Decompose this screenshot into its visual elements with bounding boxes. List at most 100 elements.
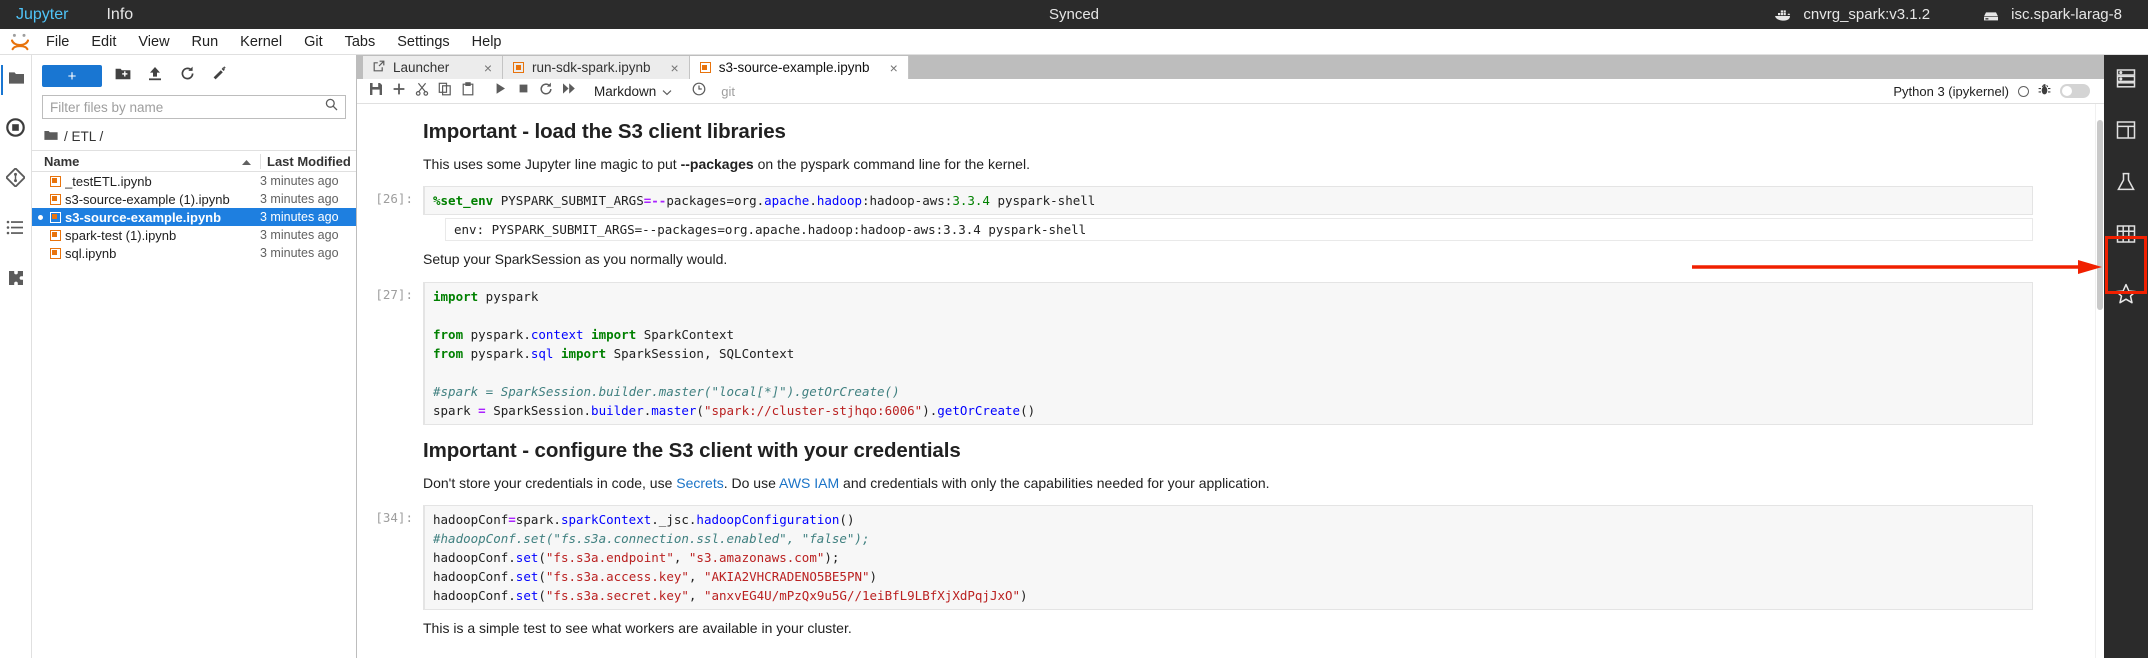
menu-tabs[interactable]: Tabs	[334, 29, 387, 55]
markdown-cell[interactable]: This is a simple test to see what worker…	[357, 616, 2095, 648]
notes-panel-icon	[2115, 119, 2137, 146]
column-header-modified[interactable]: Last Modified	[260, 153, 356, 169]
code-editor[interactable]: %set_env PYSPARK_SUBMIT_ARGS=--packages=…	[423, 186, 2033, 216]
cell-prompt: [26]:	[375, 191, 413, 207]
save-button[interactable]	[365, 80, 387, 102]
notebook-toolbar: Markdown git Python 3 (ipykernel)	[357, 79, 2104, 104]
cell-prompt	[357, 114, 423, 184]
cell-type-select[interactable]: Markdown	[587, 81, 679, 101]
file-list: _testETL.ipynb 3 minutes ago s3-source-e…	[32, 172, 356, 658]
tab-label: Launcher	[393, 60, 450, 75]
insert-cell-button[interactable]	[388, 80, 410, 102]
menu-settings[interactable]: Settings	[386, 29, 460, 55]
new-checkpoint-button[interactable]	[208, 65, 230, 87]
file-browser-toolbar: +	[32, 55, 356, 95]
git-status-label[interactable]: git	[721, 84, 735, 99]
secrets-link[interactable]: Secrets	[676, 475, 723, 491]
cut-button[interactable]	[411, 80, 433, 102]
topbar-info-link[interactable]: Info	[106, 0, 133, 29]
upload-button[interactable]	[144, 65, 166, 87]
sidebar-item-file-browser[interactable]	[0, 65, 31, 95]
menu-run[interactable]: Run	[181, 29, 230, 55]
restart-run-all-button[interactable]	[558, 80, 580, 102]
list-item[interactable]: spark-test (1).ipynb 3 minutes ago	[32, 226, 356, 244]
tab-run-sdk-spark[interactable]: run-sdk-spark.ipynb ×	[503, 56, 690, 79]
column-header-name[interactable]: Name	[32, 154, 260, 169]
sidebar-item-toc[interactable]	[1, 215, 31, 245]
running-terminals-icon	[6, 118, 25, 142]
tab-label: s3-source-example.ipynb	[718, 60, 870, 75]
list-item[interactable]: sql.ipynb 3 minutes ago	[32, 244, 356, 262]
menu-help[interactable]: Help	[461, 29, 513, 55]
server-chip[interactable]: isc.spark-larag-8	[1982, 6, 2122, 23]
markdown-cell[interactable]: Setup your SparkSession as you normally …	[357, 247, 2095, 279]
cell-type-label: Markdown	[594, 83, 657, 99]
main-area: + Filter files by name / ETL / Name Last…	[0, 55, 2148, 658]
scrollbar-thumb[interactable]	[2097, 120, 2103, 310]
jupyterlab-window: Jupyter Info Synced cnvrg_spark:v3.1.2 i…	[0, 0, 2148, 658]
stop-icon	[517, 82, 530, 100]
kernel-idle-circle-icon[interactable]	[2018, 85, 2029, 97]
copy-button[interactable]	[434, 80, 456, 102]
close-icon[interactable]: ×	[472, 60, 492, 76]
flask-icon	[2115, 171, 2137, 198]
search-input[interactable]	[50, 99, 325, 115]
file-filter-box[interactable]	[42, 95, 346, 119]
cell-prompt: [27]:	[375, 286, 413, 302]
list-item[interactable]: s3-source-example (1).ipynb 3 minutes ag…	[32, 190, 356, 208]
restart-kernel-button[interactable]	[535, 80, 557, 102]
panel-notes[interactable]	[2111, 117, 2141, 147]
tab-s3-source-example[interactable]: s3-source-example.ipynb ×	[689, 56, 909, 79]
output-prompt	[357, 217, 423, 241]
cell-prompt	[357, 247, 423, 279]
clock-icon	[692, 82, 706, 101]
new-launcher-button[interactable]: +	[42, 65, 102, 87]
aws-iam-link[interactable]: AWS IAM	[779, 475, 839, 491]
sidebar-item-git[interactable]	[1, 165, 31, 195]
paste-button[interactable]	[457, 80, 479, 102]
sidebar-item-extensions[interactable]	[1, 265, 31, 295]
paragraph-post: on the pyspark command line for the kern…	[753, 156, 1030, 172]
panel-favorites[interactable]	[2111, 281, 2141, 311]
markdown-cell[interactable]: Important - configure the S3 client with…	[357, 433, 2095, 503]
new-folder-button[interactable]	[112, 65, 134, 87]
menu-view[interactable]: View	[127, 29, 180, 55]
file-modified: 3 minutes ago	[260, 174, 339, 188]
menu-kernel[interactable]: Kernel	[229, 29, 293, 55]
breadcrumb[interactable]: / ETL /	[32, 127, 356, 150]
stop-button[interactable]	[512, 80, 534, 102]
panel-compute[interactable]	[2111, 65, 2141, 95]
tab-launcher[interactable]: Launcher ×	[363, 56, 503, 79]
menu-git[interactable]: Git	[293, 29, 334, 55]
menu-file[interactable]: File	[35, 29, 80, 55]
close-icon[interactable]: ×	[878, 60, 898, 76]
file-browser-panel: + Filter files by name / ETL / Name Last…	[32, 55, 357, 658]
vertical-scrollbar[interactable]	[2095, 104, 2104, 658]
refresh-icon	[180, 66, 195, 86]
docker-image-chip[interactable]: cnvrg_spark:v3.1.2	[1774, 6, 1930, 23]
panel-experiments[interactable]	[2111, 169, 2141, 199]
code-editor[interactable]: hadoopConf=spark.sparkContext._jsc.hadoo…	[423, 504, 2033, 610]
run-button[interactable]	[489, 80, 511, 102]
close-icon[interactable]: ×	[659, 60, 679, 76]
table-of-contents-icon	[6, 220, 25, 240]
code-cell[interactable]: [27]: import pyspark from pyspark.contex…	[357, 281, 2095, 425]
markdown-cell[interactable]: Important - load the S3 client libraries…	[357, 114, 2095, 184]
code-cell[interactable]: [26]: %set_env PYSPARK_SUBMIT_ARGS=--pac…	[357, 186, 2095, 216]
notebook-cells: Important - load the S3 client libraries…	[357, 104, 2095, 658]
code-editor[interactable]: import pyspark from pyspark.context impo…	[423, 281, 2033, 425]
list-item-selected[interactable]: s3-source-example.ipynb 3 minutes ago	[32, 208, 356, 226]
kernel-name[interactable]: Python 3 (ipykernel)	[1893, 84, 2009, 99]
server-label: isc.spark-larag-8	[2011, 6, 2122, 23]
sidebar-item-running[interactable]	[1, 115, 31, 145]
history-button[interactable]	[688, 80, 710, 102]
menu-edit[interactable]: Edit	[80, 29, 127, 55]
list-item[interactable]: _testETL.ipynb 3 minutes ago	[32, 172, 356, 190]
panel-datasets[interactable]	[2111, 221, 2141, 251]
debugger-toggle[interactable]	[2060, 84, 2090, 98]
topbar-brand[interactable]: Jupyter	[16, 0, 68, 29]
code-cell[interactable]: [34]: hadoopConf=spark.sparkContext._jsc…	[357, 504, 2095, 610]
refresh-button[interactable]	[176, 65, 198, 87]
launcher-icon	[373, 60, 385, 75]
bug-icon[interactable]	[2038, 83, 2051, 99]
